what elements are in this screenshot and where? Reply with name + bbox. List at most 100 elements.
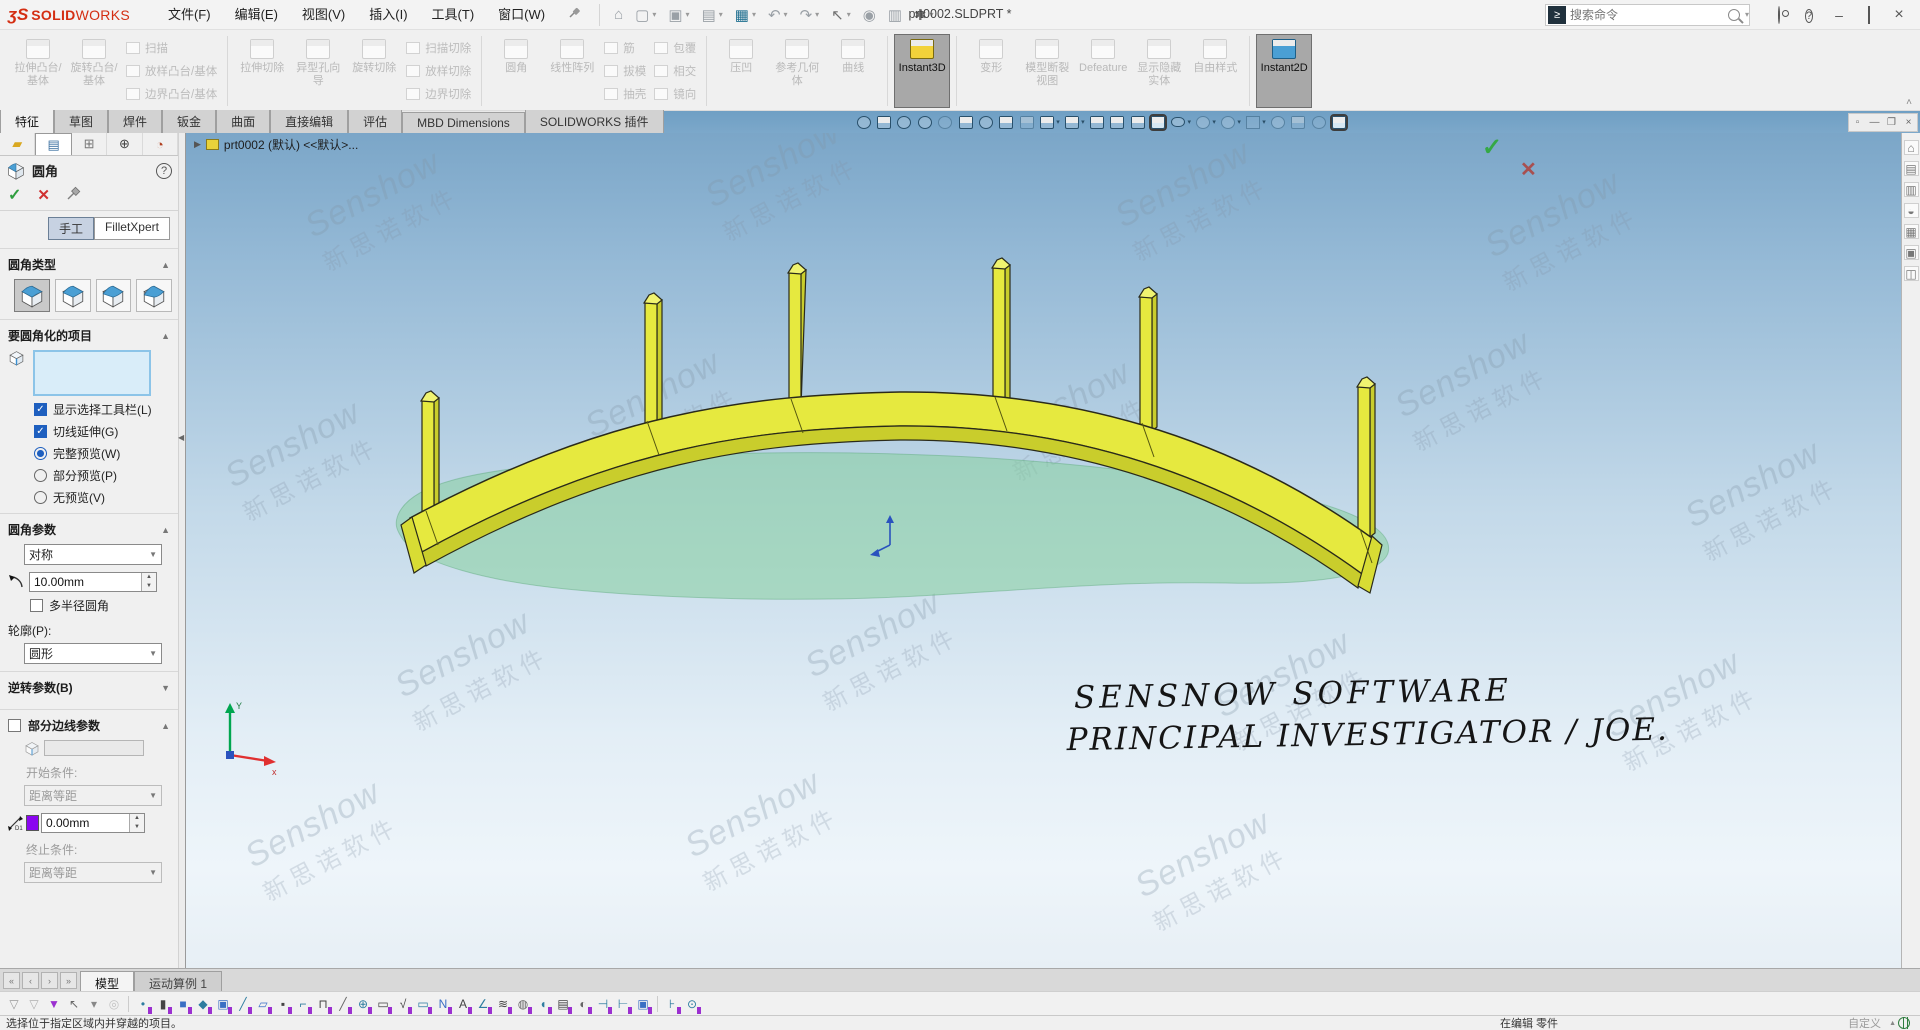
- menu-item-e[interactable]: 编辑(E): [223, 0, 290, 29]
- filter-notes[interactable]: N: [433, 994, 453, 1014]
- ribbon-mirror[interactable]: 镜向: [654, 84, 696, 104]
- filter-planes[interactable]: ▱: [253, 994, 273, 1014]
- search-caret-icon[interactable]: ▾: [1745, 10, 1749, 19]
- wireframe-icon[interactable]: [1110, 116, 1124, 129]
- partial-edge-checkbox[interactable]: [8, 719, 21, 732]
- model-tab[interactable]: 模型: [80, 971, 134, 991]
- shaded-with-edges-icon[interactable]: [1151, 116, 1165, 129]
- pin-button[interactable]: [66, 186, 81, 204]
- offset-spinner[interactable]: ▲▼: [129, 814, 144, 832]
- radio-button[interactable]: [34, 491, 47, 504]
- zoom-to-fit-icon[interactable]: [857, 116, 871, 129]
- normal-to-icon[interactable]: [999, 116, 1013, 129]
- edit-appearance-icon[interactable]: [1196, 116, 1210, 129]
- account-button[interactable]: [1764, 5, 1794, 25]
- ribbon-intersect[interactable]: 相交: [654, 61, 696, 81]
- filter-midpoints[interactable]: ⊓: [313, 994, 333, 1014]
- filter-connection-right[interactable]: ⊢: [613, 994, 633, 1014]
- collapse-chevron-icon[interactable]: ▲: [161, 260, 170, 270]
- new-document-button[interactable]: ▢▾: [631, 4, 660, 26]
- tab-草图[interactable]: 草图: [54, 109, 108, 133]
- tab-直接编辑[interactable]: 直接编辑: [270, 109, 348, 133]
- temporary-axes-icon[interactable]: [1020, 116, 1034, 129]
- radio-button[interactable]: [34, 469, 47, 482]
- filter-weld-symbols[interactable]: ≋: [493, 994, 513, 1014]
- confirm-ok-icon[interactable]: ✓: [1482, 134, 1502, 161]
- tab-scroll-button-2[interactable]: ›: [41, 972, 58, 989]
- ribbon-hole-wizard[interactable]: 异型孔向导: [290, 34, 346, 108]
- tab-solidworks-插件[interactable]: SOLIDWORKS 插件: [525, 109, 664, 133]
- restore-button[interactable]: [1854, 5, 1884, 25]
- profile-dropdown[interactable]: 圆形▼: [24, 643, 162, 664]
- filter-vertices[interactable]: •: [133, 994, 153, 1014]
- dropdown-caret-icon[interactable]: ▾: [1212, 118, 1216, 126]
- magnified-selection[interactable]: ◎: [104, 994, 124, 1014]
- dropdown-caret-icon[interactable]: ▾: [847, 10, 851, 19]
- design-library-tab[interactable]: ▤: [1904, 161, 1919, 176]
- face-fillet-button[interactable]: [96, 279, 132, 312]
- expand-chevron-icon[interactable]: ▼: [161, 683, 170, 693]
- ok-button[interactable]: ✓: [8, 185, 21, 205]
- dropdown-caret-icon[interactable]: ▾: [1081, 118, 1085, 126]
- filter-faces[interactable]: ■: [173, 994, 193, 1014]
- ribbon-lofted-boss-base[interactable]: 放样凸台/基体: [126, 61, 217, 81]
- collapse-chevron-icon[interactable]: ▲: [161, 525, 170, 535]
- view-palette-tab[interactable]: ▦: [1904, 224, 1919, 239]
- symmetry-dropdown[interactable]: 对称▼: [24, 544, 162, 565]
- filter-surface-bodies[interactable]: ◆: [193, 994, 213, 1014]
- ribbon-draft[interactable]: 拔模: [604, 61, 646, 81]
- full-round-fillet-button[interactable]: [136, 279, 172, 312]
- ribbon-instant3d[interactable]: Instant3D: [894, 34, 950, 108]
- section-view-icon[interactable]: [959, 116, 973, 129]
- doc-close-button[interactable]: ×: [1900, 114, 1917, 131]
- filter-centerlines[interactable]: ╱: [333, 994, 353, 1014]
- hide-show-items-icon[interactable]: [1171, 117, 1185, 127]
- options-button[interactable]: ✱▾: [910, 4, 938, 26]
- radius-input[interactable]: [30, 575, 141, 589]
- filter-sketch-hatch[interactable]: ⊕: [353, 994, 373, 1014]
- appearances-scenes-tab[interactable]: ◒: [1904, 203, 1919, 218]
- dropdown-caret-icon[interactable]: ▾: [1056, 118, 1060, 126]
- search-icon[interactable]: [1728, 9, 1740, 21]
- filter-balloons[interactable]: A: [453, 994, 473, 1014]
- view-orientation-icon[interactable]: [1040, 116, 1054, 129]
- ribbon-wrap[interactable]: 包覆: [654, 38, 696, 58]
- print-button[interactable]: ▦▾: [731, 4, 760, 26]
- tab-焊件[interactable]: 焊件: [108, 109, 162, 133]
- solidworks-resources-tab[interactable]: ⌂: [1904, 140, 1919, 155]
- search-input[interactable]: [1570, 8, 1728, 22]
- doc-restore-button[interactable]: ❐: [1883, 114, 1900, 131]
- collapse-chevron-icon[interactable]: ▲: [161, 721, 170, 731]
- ribbon-extruded-cut[interactable]: 拉伸切除: [234, 34, 290, 108]
- ribbon-swept-cut[interactable]: 扫描切除: [406, 38, 471, 58]
- dropdown-caret-icon[interactable]: ▾: [1262, 118, 1266, 126]
- selection-filters[interactable]: ▼: [44, 994, 64, 1014]
- file-explorer-tab[interactable]: ▥: [1904, 182, 1919, 197]
- model-canvas[interactable]: Y x SENSNOW SOFTWARE PRINCIPAL INVESTIGA…: [186, 133, 1901, 968]
- shaded-icon[interactable]: [1131, 116, 1145, 129]
- dropdown-caret-icon[interactable]: ▾: [686, 10, 690, 19]
- ribbon-boundary-boss-base[interactable]: 边界凸台/基体: [126, 84, 217, 104]
- toggle-selection-filter-toolbar[interactable]: ▽: [4, 994, 24, 1014]
- tab-scroll-button-1[interactable]: ‹: [22, 972, 39, 989]
- view-settings-icon[interactable]: [1246, 116, 1260, 129]
- select-button[interactable]: ↖▾: [827, 4, 855, 26]
- ribbon-collapse-chevron-icon[interactable]: ˄: [1906, 97, 1912, 108]
- ribbon-display-hidden-bodies[interactable]: 显示隐藏实体: [1131, 34, 1187, 108]
- dimxpertmanager-tab[interactable]: ⊕: [107, 133, 142, 155]
- globe-icon[interactable]: [1898, 1017, 1910, 1029]
- hidden-lines-visible-icon[interactable]: [1090, 116, 1104, 129]
- ribbon-indent[interactable]: 压凹: [713, 34, 769, 108]
- filter-dimensions[interactable]: ▭: [373, 994, 393, 1014]
- expand-arrow-icon[interactable]: ▶: [194, 139, 201, 150]
- ambient-occlusion-icon[interactable]: [1312, 116, 1326, 129]
- close-button[interactable]: ×: [1884, 4, 1914, 26]
- ribbon-fillet[interactable]: 圆角: [488, 34, 544, 108]
- tab-曲面[interactable]: 曲面: [216, 109, 270, 133]
- ribbon-model-break-view[interactable]: 模型断裂视图: [1019, 34, 1075, 108]
- filter-hatch[interactable]: ◐: [573, 994, 593, 1014]
- dropdown-caret-icon[interactable]: ▾: [1237, 118, 1241, 126]
- displaymanager-tab[interactable]: ◔: [143, 133, 178, 155]
- shadows-in-shaded-mode-icon[interactable]: [1271, 116, 1285, 129]
- configurationmanager-tab[interactable]: ⊞: [72, 133, 107, 155]
